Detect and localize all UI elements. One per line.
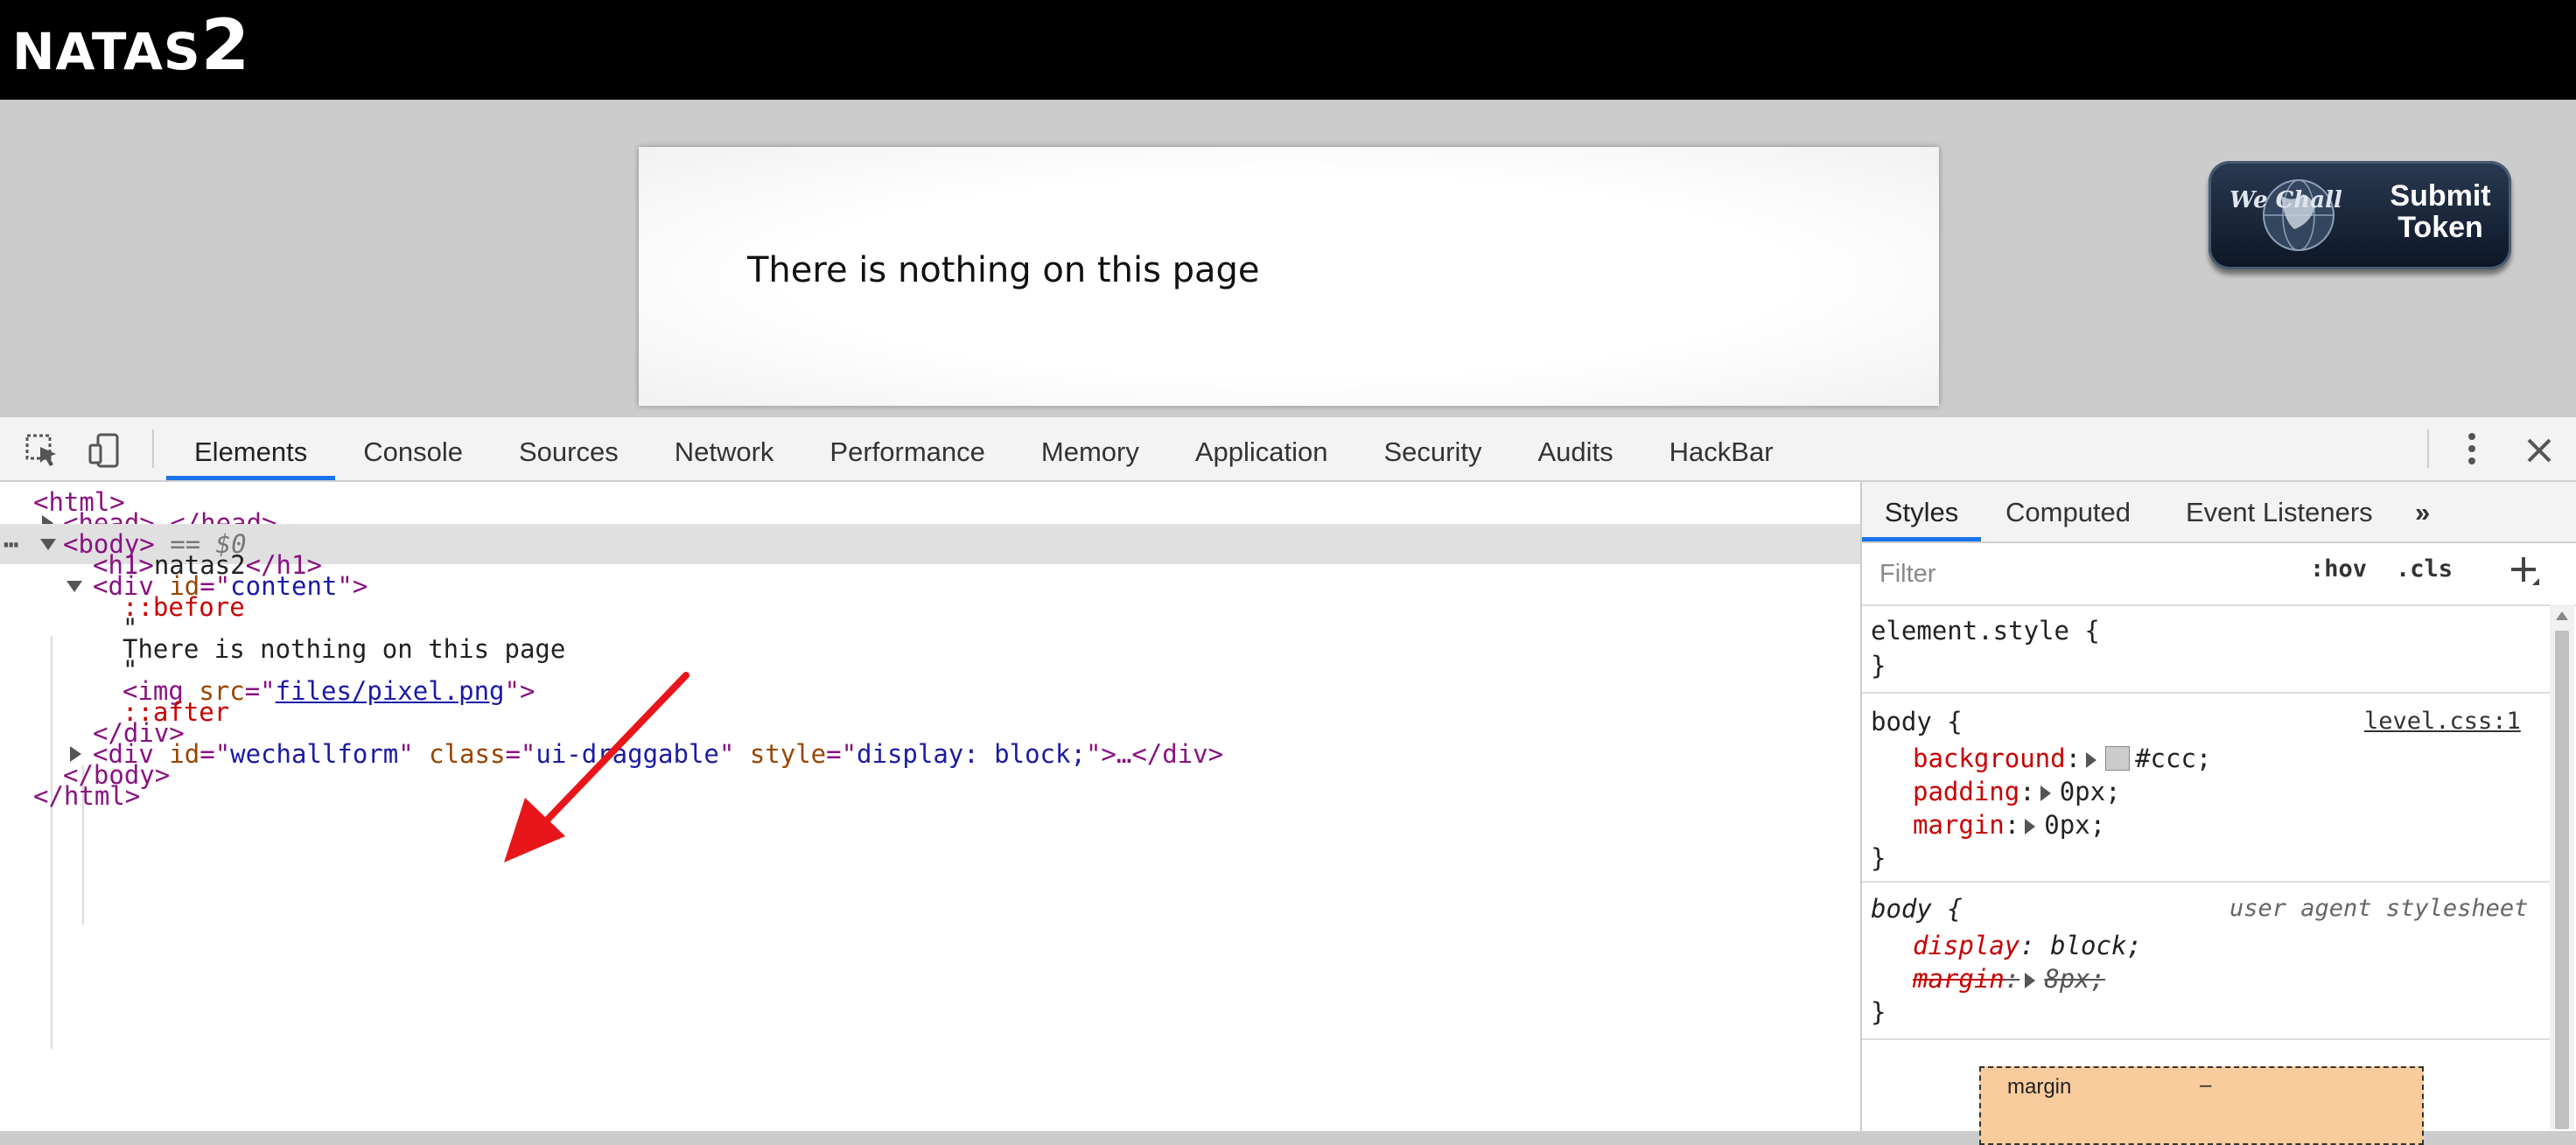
- tab-security[interactable]: Security: [1356, 417, 1510, 480]
- submit-token-label: Submit Token: [2375, 180, 2506, 243]
- ua-body-rule-close: }: [1871, 997, 1886, 1027]
- tab-console[interactable]: Console: [335, 417, 491, 480]
- content-text: There is nothing on this page: [747, 250, 1260, 290]
- box-model-margin-label: margin: [2007, 1075, 2072, 1099]
- wechall-div-style: display: block;: [857, 739, 1086, 769]
- ua-body-rule-selector[interactable]: body {: [1871, 891, 1963, 926]
- page-body: There is nothing on this page We Chall S…: [0, 100, 2576, 416]
- tab-network[interactable]: Network: [647, 417, 802, 480]
- rule-divider: [1862, 692, 2550, 694]
- more-tabs-icon[interactable]: »: [2415, 482, 2430, 541]
- before-pseudo-text: ::before: [122, 592, 245, 622]
- inspect-element-icon[interactable]: [24, 433, 60, 468]
- level-css-source-link[interactable]: level.css:1: [2364, 708, 2521, 735]
- styles-sidebar: Styles Computed Event Listeners » :hov .…: [1860, 482, 2576, 1145]
- css-prop-background[interactable]: background: #ccc;: [1913, 741, 2211, 776]
- expand-triangle-icon[interactable]: [2025, 973, 2036, 988]
- site-title: NATAS2: [12, 0, 250, 97]
- wechall-div-id: wechallform: [230, 739, 399, 769]
- tab-performance[interactable]: Performance: [802, 417, 1012, 480]
- tab-audits[interactable]: Audits: [1509, 417, 1641, 480]
- dom-wechall-div-node[interactable]: <div id="wechallform" class="ui-draggabl…: [63, 734, 1223, 774]
- box-model-margin-value: –: [2200, 1073, 2212, 1097]
- submit-label: Submit: [2390, 179, 2491, 213]
- tree-guide-line: [51, 636, 52, 1049]
- box-model-diagram[interactable]: margin –: [1979, 1066, 2424, 1145]
- text-node-content: There is nothing on this page: [122, 634, 566, 664]
- element-style-selector[interactable]: element.style {: [1871, 613, 2100, 648]
- hov-toggle-button[interactable]: :hov: [2310, 555, 2367, 583]
- dom-html-close[interactable]: </html>: [33, 776, 140, 816]
- expand-triangle-icon[interactable]: [2025, 819, 2036, 834]
- devtools-toolbar: Elements Console Sources Network Perform…: [0, 417, 2576, 482]
- element-style-close: }: [1871, 651, 1886, 681]
- user-agent-stylesheet-label: user agent stylesheet: [2230, 895, 2529, 922]
- styles-scroll-thumb[interactable]: [2555, 631, 2569, 1129]
- styles-filter-input[interactable]: [1871, 550, 2291, 597]
- device-toolbar-icon[interactable]: [88, 433, 122, 468]
- token-label: Token: [2398, 211, 2483, 244]
- collapse-triangle-icon[interactable]: [40, 539, 56, 550]
- rule-divider: [1862, 881, 2550, 883]
- expand-triangle-icon[interactable]: [2086, 752, 2097, 768]
- new-style-rule-icon[interactable]: [2506, 552, 2541, 587]
- tab-memory[interactable]: Memory: [1013, 417, 1167, 480]
- ellipsis-icon[interactable]: ⋯: [4, 524, 18, 564]
- styles-scrollbar[interactable]: [2550, 604, 2574, 1129]
- tab-styles[interactable]: Styles: [1862, 482, 1981, 541]
- collapse-triangle-icon[interactable]: [66, 581, 82, 592]
- tab-elements[interactable]: Elements: [166, 417, 336, 480]
- sidebar-tab-bar: Styles Computed Event Listeners »: [1862, 482, 2576, 543]
- dom-text-node[interactable]: There is nothing on this page: [122, 629, 565, 669]
- div-content-id: content: [230, 571, 338, 601]
- scroll-up-icon[interactable]: [2555, 610, 2569, 622]
- color-swatch[interactable]: [2105, 746, 2131, 771]
- css-prop-margin[interactable]: margin: 0px;: [1913, 807, 2105, 842]
- tab-application[interactable]: Application: [1167, 417, 1356, 480]
- css-prop-margin-overridden[interactable]: margin: 8px;: [1913, 961, 2105, 996]
- site-title-number: 2: [200, 4, 251, 86]
- toolbar-separator-right: [2427, 429, 2429, 468]
- body-rule-selector[interactable]: body {: [1871, 704, 1963, 739]
- tab-sources[interactable]: Sources: [491, 417, 647, 480]
- body-rule-close: }: [1871, 843, 1886, 873]
- expand-triangle-icon[interactable]: [2040, 785, 2051, 801]
- devtools-panel: Elements Console Sources Network Perform…: [0, 416, 2576, 1145]
- toolbar-separator: [152, 429, 154, 468]
- devtools-tab-bar: Elements Console Sources Network Perform…: [166, 417, 1802, 480]
- wechall-submit-token-button[interactable]: We Chall Submit Token: [2208, 161, 2511, 269]
- cls-toggle-button[interactable]: .cls: [2396, 555, 2453, 583]
- content-box: There is nothing on this page: [639, 147, 1939, 406]
- kebab-menu-icon[interactable]: [2459, 429, 2485, 468]
- site-title-text: NATAS: [12, 22, 201, 81]
- tab-event-listeners[interactable]: Event Listeners: [2186, 482, 2373, 541]
- html-close-tag: </html>: [33, 781, 141, 811]
- css-prop-padding[interactable]: padding: 0px;: [1913, 774, 2121, 809]
- site-header: NATAS2: [0, 0, 2576, 100]
- wechall-div-class: ui-draggable: [536, 739, 719, 769]
- dom-before-pseudo[interactable]: ::before: [122, 587, 245, 627]
- elements-dom-tree: <html> <head>…</head> ⋯ <body> == $0 <h1>…: [0, 482, 1860, 1131]
- rule-divider: [1862, 1038, 2550, 1040]
- css-prop-display[interactable]: display: block;: [1913, 928, 2142, 963]
- tab-computed[interactable]: Computed: [2006, 482, 2131, 541]
- img-src-link[interactable]: files/pixel.png: [276, 676, 505, 706]
- close-icon[interactable]: [2522, 433, 2557, 468]
- styles-filter-row: :hov .cls: [1862, 543, 2576, 606]
- tab-hackbar[interactable]: HackBar: [1642, 417, 1802, 480]
- wechall-logo-text: We Chall: [2230, 187, 2342, 213]
